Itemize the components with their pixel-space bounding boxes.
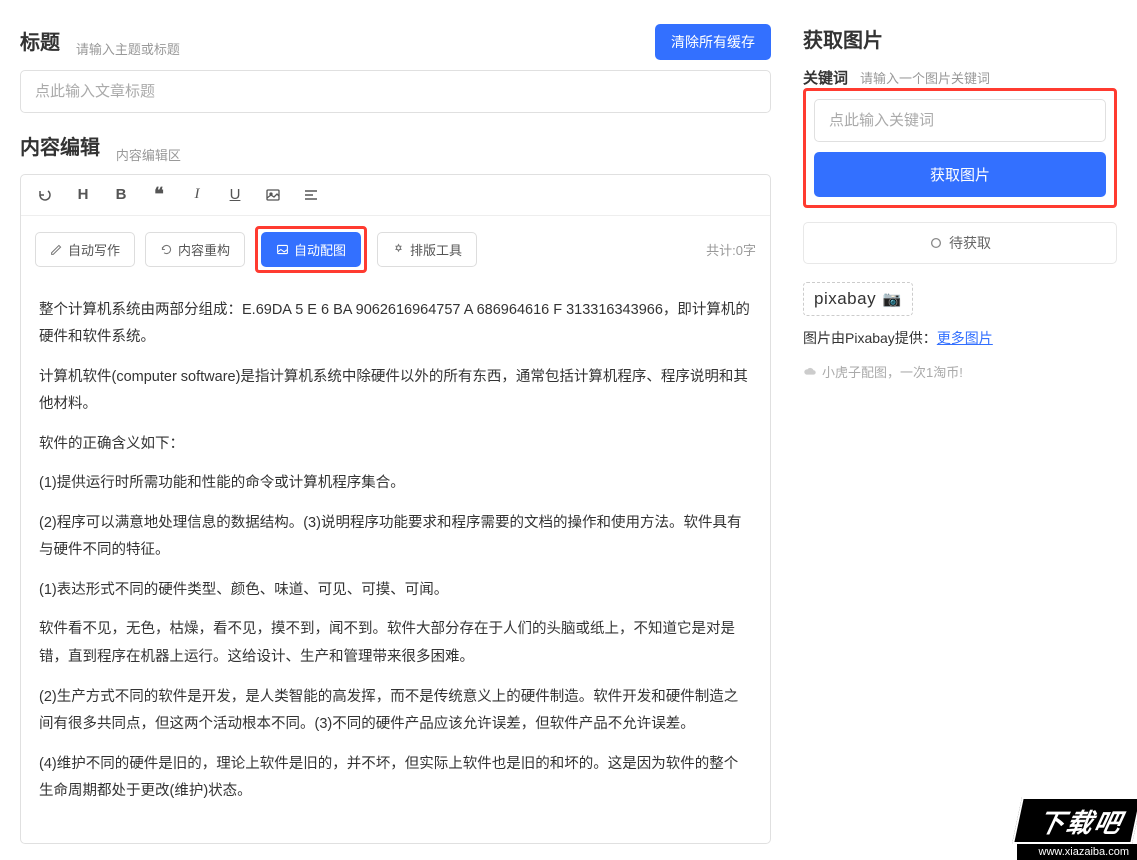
pencil-icon — [50, 243, 63, 256]
picture-icon — [276, 243, 289, 256]
paragraph: 软件看不见，无色，枯燥，看不见，摸不到，闻不到。软件大部分存在于人们的头脑或纸上… — [39, 616, 752, 671]
fetch-image-button[interactable]: 获取图片 — [814, 152, 1106, 197]
watermark-logo: 下载吧 — [1012, 797, 1137, 844]
auto-write-button[interactable]: 自动写作 — [35, 232, 135, 267]
content-hint: 内容编辑区 — [112, 145, 181, 164]
paragraph: 软件的正确含义如下： — [39, 431, 752, 459]
highlight-auto-image: 自动配图 — [255, 226, 367, 273]
content-header: 内容编辑 内容编辑区 — [20, 131, 771, 164]
image-panel-title: 获取图片 — [803, 24, 883, 53]
paragraph: (1)提供运行时所需功能和性能的命令或计算机程序集合。 — [39, 470, 752, 498]
restructure-button[interactable]: 内容重构 — [145, 232, 245, 267]
bold-icon[interactable]: B — [111, 185, 131, 205]
undo-icon[interactable] — [35, 185, 55, 205]
tip-text: 小虎子配图，一次1淘币! — [803, 362, 1117, 381]
title-input[interactable] — [20, 70, 771, 113]
align-icon[interactable] — [301, 185, 321, 205]
watermark-url: www.xiazaiba.com — [1017, 844, 1137, 860]
provider-text: 图片由Pixabay提供：更多图片 — [803, 328, 1117, 348]
circle-icon — [929, 236, 943, 250]
paragraph: 计算机软件(computer software)是指计算机系统中除硬件以外的所有… — [39, 364, 752, 419]
auto-image-button[interactable]: 自动配图 — [261, 232, 361, 267]
keyword-header: 关键词 请输入一个图片关键词 — [803, 67, 1117, 88]
word-count: 共计:0字 — [706, 240, 756, 259]
keyword-label: 关键词 — [803, 67, 848, 88]
content-label: 内容编辑 — [20, 137, 100, 159]
watermark: 下载吧 www.xiazaiba.com — [1017, 797, 1137, 860]
layout-tool-button[interactable]: 排版工具 — [377, 232, 477, 267]
cloud-icon — [803, 365, 817, 379]
title-hint: 请输入主题或标题 — [72, 39, 180, 58]
italic-icon[interactable]: I — [187, 185, 207, 205]
paragraph: (4)维护不同的硬件是旧的，理论上软件是旧的，并不坏，但实际上软件也是旧的和坏的… — [39, 751, 752, 806]
title-label: 标题 — [20, 32, 60, 54]
image-icon[interactable] — [263, 185, 283, 205]
keyword-input[interactable] — [814, 99, 1106, 142]
more-images-link[interactable]: 更多图片 — [937, 330, 993, 346]
highlight-keyword-box: 获取图片 — [803, 88, 1117, 208]
editor-content[interactable]: 整个计算机系统由两部分组成：E.69DA 5 E 6 BA 9062616964… — [21, 283, 770, 844]
paragraph: (1)表达形式不同的硬件类型、颜色、味道、可见、可摸、可闻。 — [39, 577, 752, 605]
paragraph: (2)程序可以满意地处理信息的数据结构。(3)说明程序功能要求和程序需要的文档的… — [39, 510, 752, 565]
tool-icon — [392, 243, 405, 256]
pending-status[interactable]: 待获取 — [803, 222, 1117, 264]
format-toolbar: H B ❝ I U — [21, 175, 770, 216]
camera-icon: 📷 — [878, 291, 902, 308]
pixabay-logo: pixabay 📷 — [803, 282, 913, 316]
action-toolbar: 自动写作 内容重构 自动配图 排版工具 共计:0字 — [21, 216, 770, 283]
editor-container: H B ❝ I U 自动写作 内容重构 — [20, 174, 771, 845]
paragraph: 整个计算机系统由两部分组成：E.69DA 5 E 6 BA 9062616964… — [39, 297, 752, 352]
keyword-hint: 请输入一个图片关键词 — [856, 68, 990, 87]
title-header: 标题 请输入主题或标题 清除所有缓存 — [20, 24, 771, 60]
refresh-icon — [160, 243, 173, 256]
clear-cache-button[interactable]: 清除所有缓存 — [655, 24, 771, 60]
paragraph: (2)生产方式不同的软件是开发，是人类智能的高发挥，而不是传统意义上的硬件制造。… — [39, 684, 752, 739]
quote-icon[interactable]: ❝ — [149, 185, 169, 205]
image-panel-header: 获取图片 — [803, 24, 1117, 53]
heading-icon[interactable]: H — [73, 185, 93, 205]
underline-icon[interactable]: U — [225, 185, 245, 205]
